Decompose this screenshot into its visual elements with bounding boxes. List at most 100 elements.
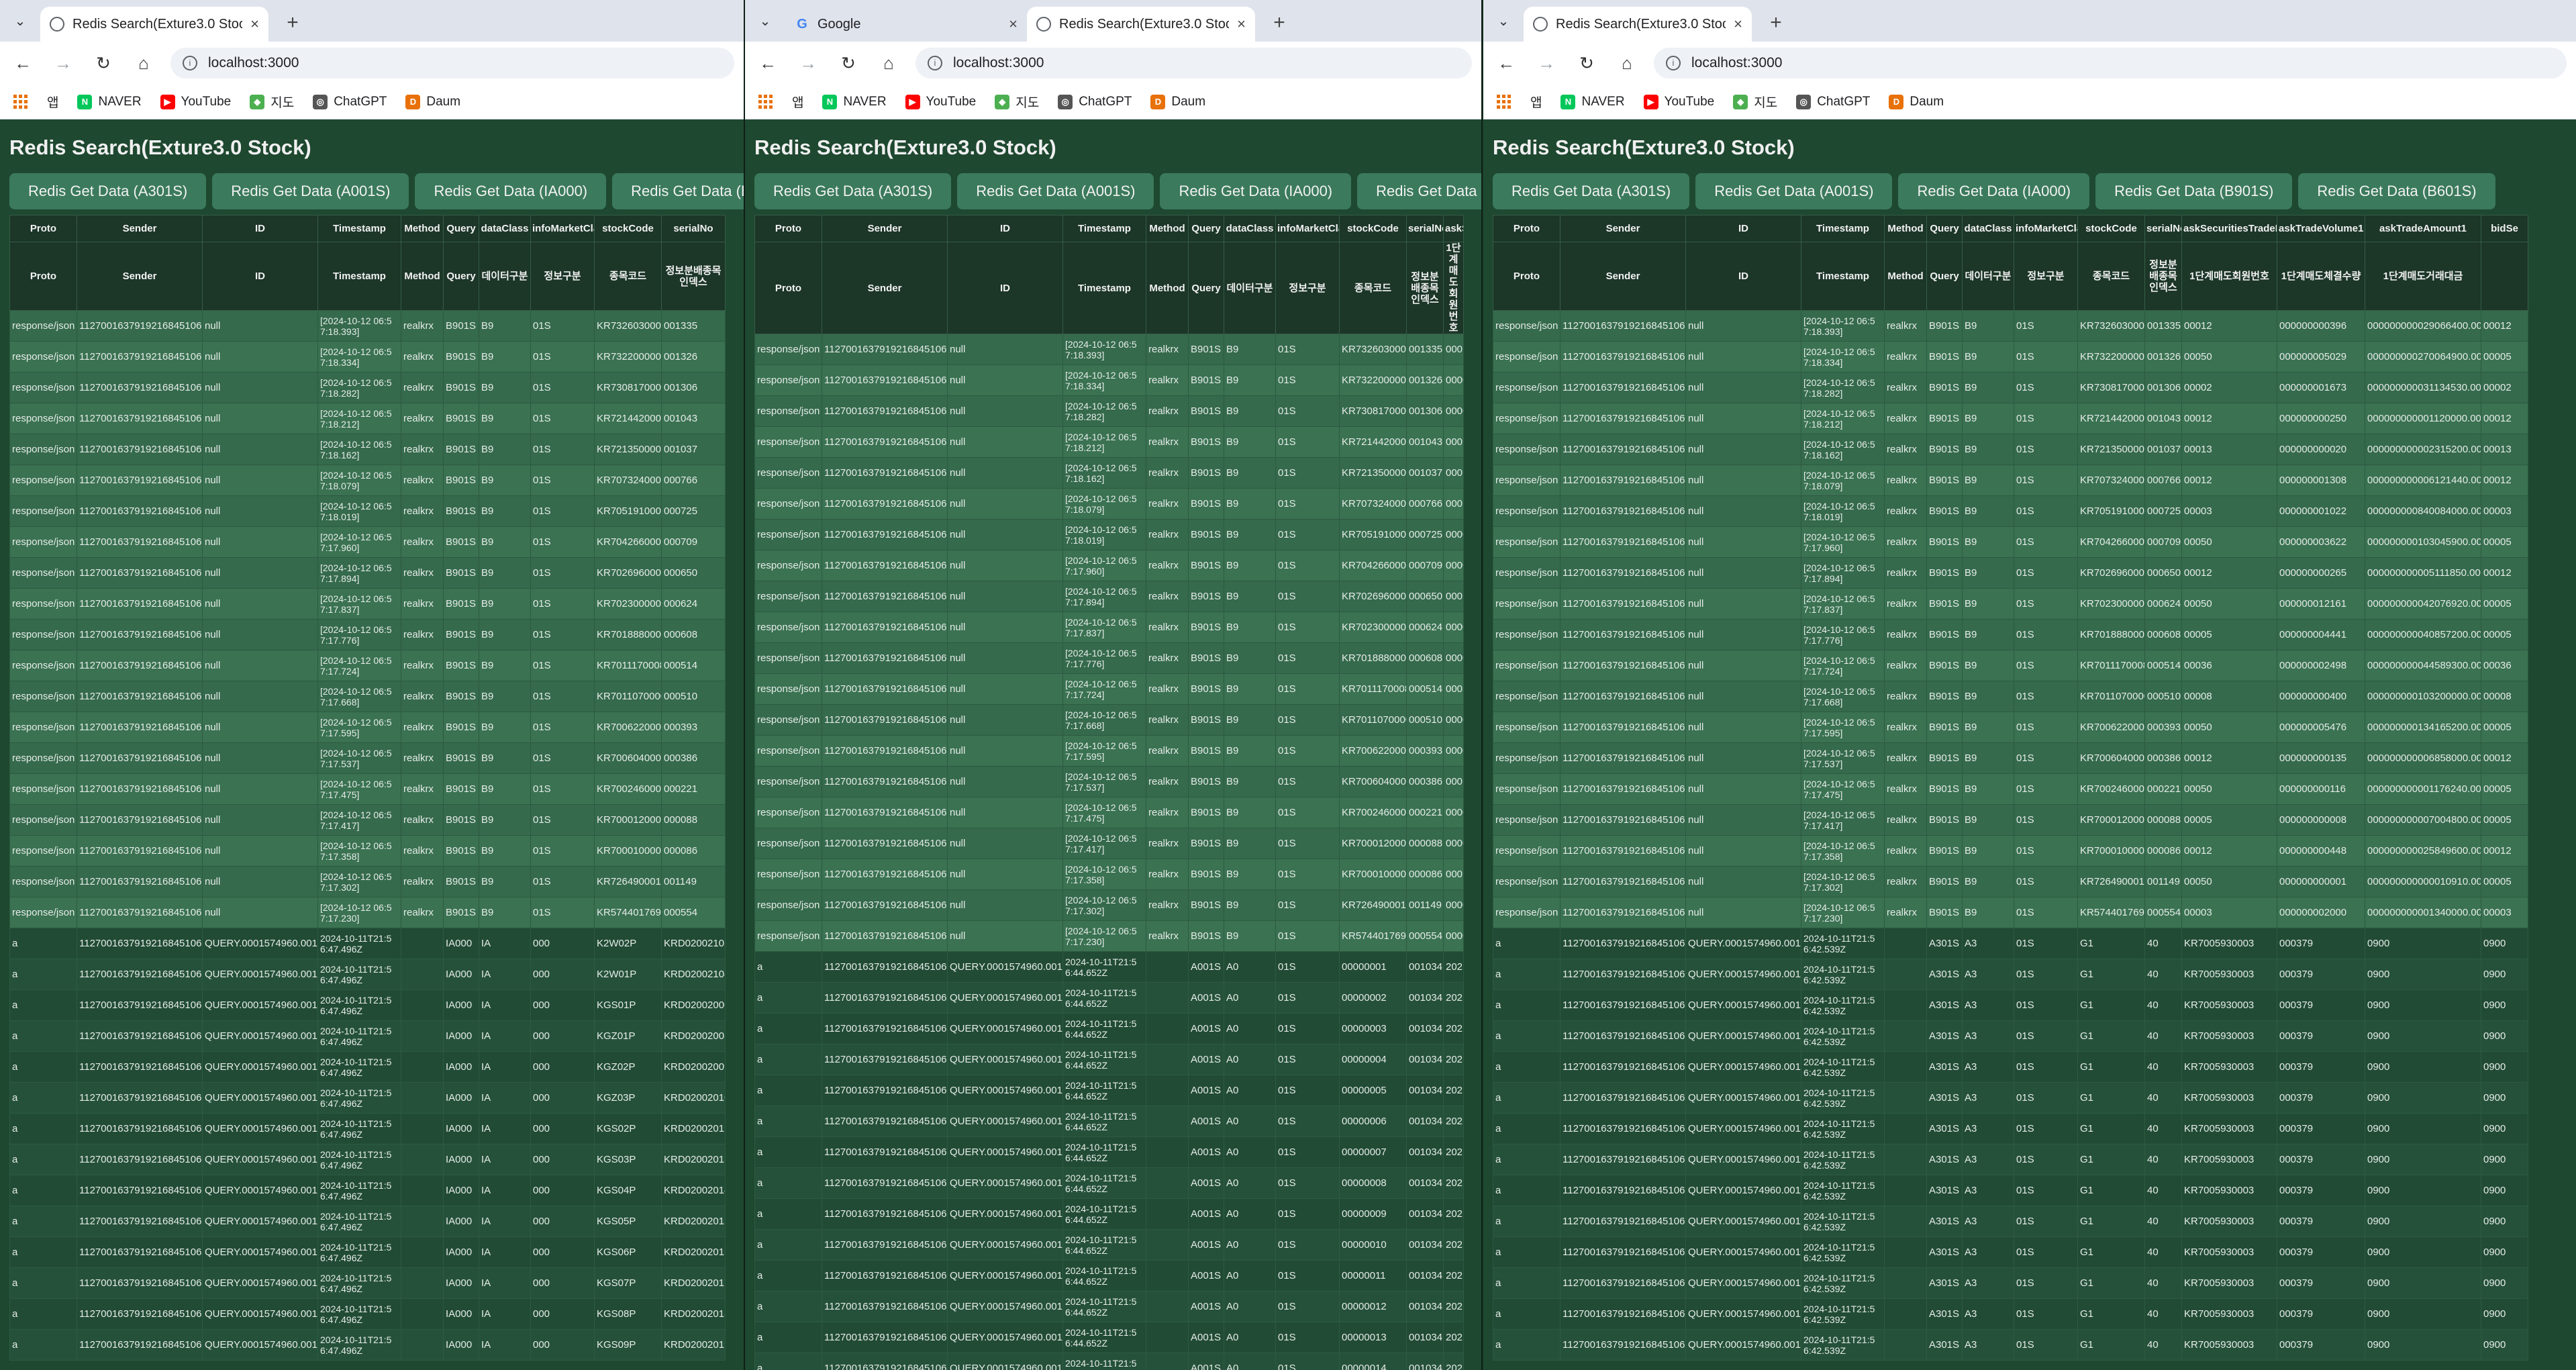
column-header[interactable]: Sender xyxy=(77,215,203,242)
new-tab-button[interactable]: + xyxy=(1764,11,1788,36)
table-row[interactable]: response/json 1127001637919216845106 null[… xyxy=(9,742,726,774)
table-row[interactable]: response/json 1127001637919216845106 null[… xyxy=(754,673,1464,705)
table-row[interactable]: response/json 1127001637919216845106 null[… xyxy=(754,611,1464,643)
column-header[interactable]: stockCode xyxy=(2077,215,2145,242)
table-row[interactable]: a 1127001637919216845106 QUERY.0001574960.… xyxy=(1493,1144,2528,1175)
get-a301s-button[interactable]: Redis Get Data (A301S) xyxy=(754,173,952,209)
table-row[interactable]: response/json 1127001637919216845106 null[… xyxy=(1493,866,2528,897)
table-row[interactable]: response/json 1127001637919216845106 null[… xyxy=(1493,310,2528,342)
table-row[interactable]: a 1127001637919216845106 QUERY.0001574960.… xyxy=(1493,1267,2528,1299)
address-bar[interactable]: i localhost:3000 xyxy=(915,48,1472,79)
table-row[interactable]: a 1127001637919216845106 QUERY.0001574960.… xyxy=(1493,1113,2528,1144)
table-row[interactable]: response/json 1127001637919216845106 null[… xyxy=(1493,897,2528,928)
column-header[interactable]: ID xyxy=(947,215,1063,242)
table-row[interactable]: a 1127001637919216845106 QUERY.0001574960.… xyxy=(1493,1175,2528,1206)
table-row[interactable]: response/json 1127001637919216845106 null[… xyxy=(9,773,726,805)
new-tab-button[interactable]: + xyxy=(1267,11,1291,36)
table-row[interactable]: response/json 1127001637919216845106 null[… xyxy=(1493,434,2528,465)
table-row[interactable]: a 1127001637919216845106 QUERY.0001574960.… xyxy=(754,1229,1464,1261)
get-a001s-button[interactable]: Redis Get Data (A001S) xyxy=(957,173,1154,209)
bookmark-item[interactable]: ▶ YouTube xyxy=(905,94,976,109)
table-row[interactable]: response/json 1127001637919216845106 null[… xyxy=(9,557,726,589)
bookmark-item[interactable]: N NAVER xyxy=(77,94,142,109)
reload-icon[interactable]: ↻ xyxy=(90,50,117,77)
column-header[interactable]: serialNo xyxy=(661,215,726,242)
column-header[interactable]: Proto xyxy=(9,215,77,242)
table-row[interactable]: a 1127001637919216845106 QUERY.0001574960.… xyxy=(1493,1236,2528,1268)
close-icon[interactable]: × xyxy=(1734,15,1742,33)
table-row[interactable]: a 1127001637919216845106 QUERY.0001574960.… xyxy=(9,1051,726,1083)
column-header[interactable]: ID xyxy=(1685,215,1801,242)
column-header[interactable]: Sender xyxy=(1560,215,1686,242)
table-row[interactable]: response/json 1127001637919216845106 null[… xyxy=(9,526,726,558)
table-row[interactable]: response/json 1127001637919216845106 null[… xyxy=(1493,773,2528,805)
table-row[interactable]: response/json 1127001637919216845106 null[… xyxy=(9,804,726,836)
table-row[interactable]: a 1127001637919216845106 QUERY.0001574960.… xyxy=(1493,1298,2528,1330)
table-row[interactable]: a 1127001637919216845106 QUERY.0001574960.… xyxy=(9,959,726,990)
table-row[interactable]: a 1127001637919216845106 QUERY.0001574960.… xyxy=(754,1353,1464,1370)
column-header[interactable]: Method xyxy=(1146,215,1189,242)
get-a301s-button[interactable]: Redis Get Data (A301S) xyxy=(9,173,207,209)
back-icon[interactable]: ← xyxy=(9,50,36,77)
table-row[interactable]: response/json 1127001637919216845106 null[… xyxy=(754,642,1464,674)
table-row[interactable]: response/json 1127001637919216845106 null[… xyxy=(9,341,726,373)
table-row[interactable]: response/json 1127001637919216845106 null[… xyxy=(9,464,726,496)
home-icon[interactable]: ⌂ xyxy=(875,50,902,77)
bookmark-item[interactable]: ◎ ChatGPT xyxy=(1796,94,1870,109)
column-header[interactable]: bidSe xyxy=(2481,215,2528,242)
table-row[interactable]: response/json 1127001637919216845106 null[… xyxy=(754,550,1464,581)
bookmark-item[interactable]: 앱 xyxy=(1530,93,1542,111)
close-icon[interactable]: × xyxy=(1237,15,1246,33)
column-header[interactable]: Query xyxy=(443,215,479,242)
bookmark-item[interactable]: ▶ YouTube xyxy=(1643,94,1714,109)
bookmark-item[interactable]: ◎ ChatGPT xyxy=(313,94,387,109)
table-row[interactable]: a 1127001637919216845106 QUERY.0001574960.… xyxy=(754,1167,1464,1199)
bookmark-item[interactable]: 앱 xyxy=(47,93,58,111)
reload-icon[interactable]: ↻ xyxy=(835,50,862,77)
table-row[interactable]: response/json 1127001637919216845106 null[… xyxy=(754,334,1464,365)
column-header[interactable]: infoMarketClass xyxy=(1275,215,1340,242)
table-row[interactable]: a 1127001637919216845106 QUERY.0001574960.… xyxy=(9,1144,726,1175)
data-table-wrap[interactable]: Proto Sender ID Timestamp Method Query dataCla… xyxy=(1493,215,2576,1370)
close-icon[interactable]: × xyxy=(250,15,259,33)
bookmark-item[interactable]: ◆ 지도 xyxy=(995,93,1039,111)
get-b601s-button[interactable]: Redis Get Data (B60 xyxy=(1357,173,1481,209)
bookmark-item[interactable]: 앱 xyxy=(792,93,803,111)
table-row[interactable]: a 1127001637919216845106 QUERY.0001574960.… xyxy=(754,1136,1464,1168)
table-row[interactable]: response/json 1127001637919216845106 null[… xyxy=(1493,495,2528,527)
table-row[interactable]: response/json 1127001637919216845106 null[… xyxy=(754,889,1464,921)
table-row[interactable]: response/json 1127001637919216845106 null[… xyxy=(754,735,1464,767)
table-row[interactable]: response/json 1127001637919216845106 null[… xyxy=(1493,526,2528,558)
table-row[interactable]: a 1127001637919216845106 QUERY.0001574960.… xyxy=(754,1013,1464,1044)
column-header[interactable]: Method xyxy=(401,215,444,242)
column-header[interactable]: dataClass xyxy=(1224,215,1276,242)
table-row[interactable]: a 1127001637919216845106 QUERY.0001574960.… xyxy=(754,1291,1464,1322)
reload-icon[interactable]: ↻ xyxy=(1573,50,1600,77)
close-icon[interactable]: × xyxy=(1009,15,1018,33)
table-row[interactable]: response/json 1127001637919216845106 null[… xyxy=(1493,681,2528,712)
column-header[interactable]: Sender xyxy=(822,215,948,242)
table-row[interactable]: response/json 1127001637919216845106 null[… xyxy=(754,828,1464,859)
table-row[interactable]: response/json 1127001637919216845106 null[… xyxy=(9,681,726,712)
table-row[interactable]: a 1127001637919216845106 QUERY.0001574960.… xyxy=(9,928,726,959)
table-row[interactable]: response/json 1127001637919216845106 null[… xyxy=(9,372,726,403)
table-row[interactable]: response/json 1127001637919216845106 null[… xyxy=(754,859,1464,890)
bookmark-item[interactable]: ◆ 지도 xyxy=(1733,93,1777,111)
table-row[interactable]: response/json 1127001637919216845106 null[… xyxy=(754,766,1464,797)
table-row[interactable]: response/json 1127001637919216845106 null[… xyxy=(1493,619,2528,650)
bookmark-item[interactable]: ▶ YouTube xyxy=(160,94,231,109)
bookmark-item[interactable]: ◆ 지도 xyxy=(250,93,294,111)
bookmark-item[interactable]: D Daum xyxy=(1150,94,1205,109)
table-row[interactable]: a 1127001637919216845106 QUERY.0001574960.… xyxy=(754,982,1464,1014)
column-header[interactable]: Timestamp xyxy=(1062,215,1146,242)
home-icon[interactable]: ⌂ xyxy=(1614,50,1640,77)
column-header[interactable]: askSecuritiesTradeNumber1 xyxy=(2181,215,2277,242)
column-header[interactable]: infoMarketClass xyxy=(2014,215,2078,242)
table-row[interactable]: a 1127001637919216845106 QUERY.0001574960.… xyxy=(754,1075,1464,1106)
column-header[interactable]: Proto xyxy=(1493,215,1561,242)
table-row[interactable]: a 1127001637919216845106 QUERY.0001574960.… xyxy=(1493,1020,2528,1052)
bookmark-item[interactable]: D Daum xyxy=(1889,94,1944,109)
column-header[interactable]: serialNo xyxy=(2144,215,2182,242)
table-row[interactable]: response/json 1127001637919216845106 null[… xyxy=(9,403,726,434)
table-row[interactable]: a 1127001637919216845106 QUERY.0001574960.… xyxy=(9,989,726,1021)
